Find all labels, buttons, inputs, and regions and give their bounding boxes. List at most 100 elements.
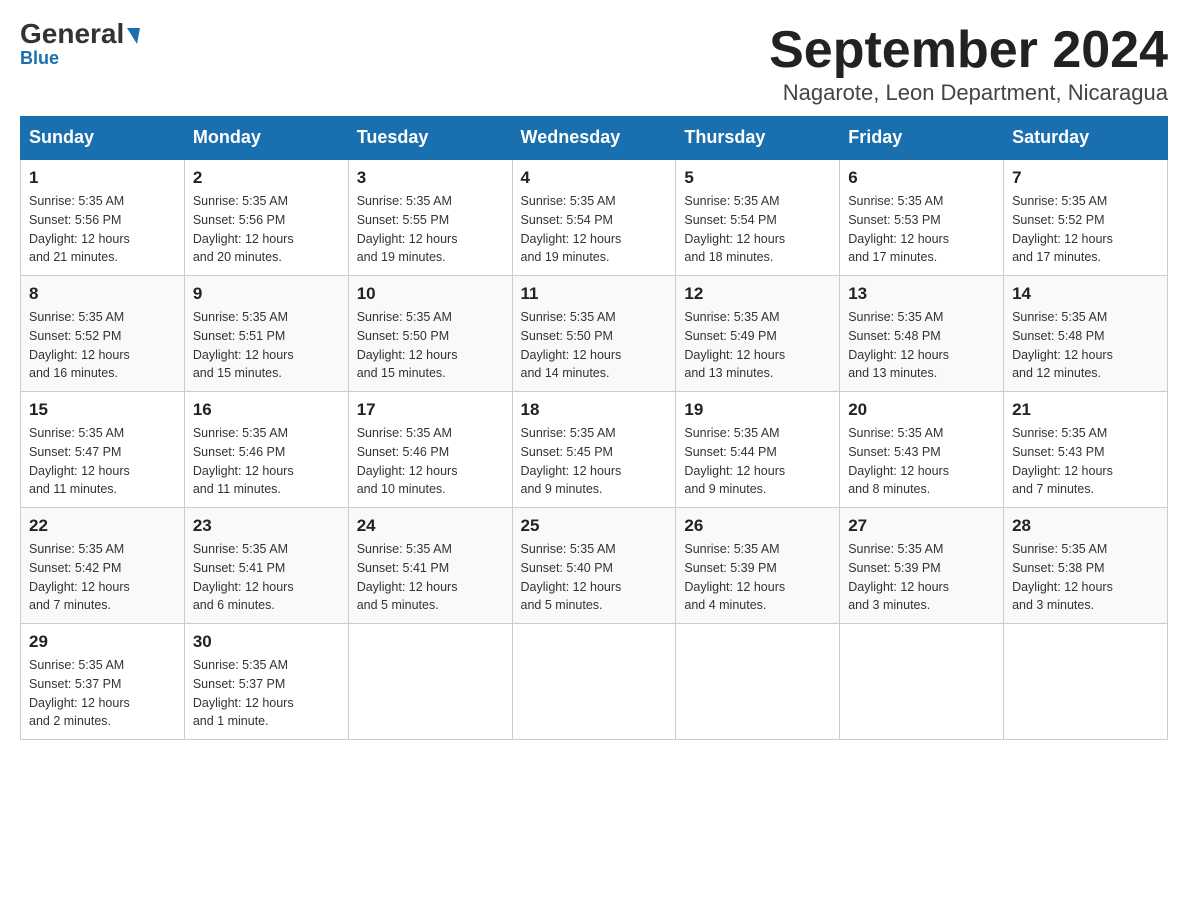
day-number: 19: [684, 400, 831, 420]
day-number: 23: [193, 516, 340, 536]
day-info: Sunrise: 5:35 AMSunset: 5:41 PMDaylight:…: [357, 540, 504, 615]
calendar-week-5: 29 Sunrise: 5:35 AMSunset: 5:37 PMDayligh…: [21, 624, 1168, 740]
day-number: 17: [357, 400, 504, 420]
calendar-cell: 6 Sunrise: 5:35 AMSunset: 5:53 PMDaylight…: [840, 159, 1004, 276]
calendar-week-1: 1 Sunrise: 5:35 AMSunset: 5:56 PMDaylight…: [21, 159, 1168, 276]
calendar-cell: 20 Sunrise: 5:35 AMSunset: 5:43 PMDayligh…: [840, 392, 1004, 508]
day-number: 20: [848, 400, 995, 420]
day-number: 27: [848, 516, 995, 536]
day-number: 10: [357, 284, 504, 304]
day-number: 16: [193, 400, 340, 420]
day-number: 12: [684, 284, 831, 304]
day-info: Sunrise: 5:35 AMSunset: 5:50 PMDaylight:…: [521, 308, 668, 383]
calendar-cell: 26 Sunrise: 5:35 AMSunset: 5:39 PMDayligh…: [676, 508, 840, 624]
day-info: Sunrise: 5:35 AMSunset: 5:40 PMDaylight:…: [521, 540, 668, 615]
day-info: Sunrise: 5:35 AMSunset: 5:50 PMDaylight:…: [357, 308, 504, 383]
day-info: Sunrise: 5:35 AMSunset: 5:38 PMDaylight:…: [1012, 540, 1159, 615]
day-number: 26: [684, 516, 831, 536]
calendar-week-4: 22 Sunrise: 5:35 AMSunset: 5:42 PMDayligh…: [21, 508, 1168, 624]
day-number: 5: [684, 168, 831, 188]
calendar-week-2: 8 Sunrise: 5:35 AMSunset: 5:52 PMDaylight…: [21, 276, 1168, 392]
day-number: 21: [1012, 400, 1159, 420]
day-info: Sunrise: 5:35 AMSunset: 5:52 PMDaylight:…: [1012, 192, 1159, 267]
calendar-cell: 15 Sunrise: 5:35 AMSunset: 5:47 PMDayligh…: [21, 392, 185, 508]
calendar-cell: 5Sunrise: 5:35 AMSunset: 5:54 PMDaylight…: [676, 159, 840, 276]
day-info: Sunrise: 5:35 AMSunset: 5:45 PMDaylight:…: [521, 424, 668, 499]
day-info: Sunrise: 5:35 AMSunset: 5:41 PMDaylight:…: [193, 540, 340, 615]
calendar-cell: 11 Sunrise: 5:35 AMSunset: 5:50 PMDayligh…: [512, 276, 676, 392]
calendar-cell: 24 Sunrise: 5:35 AMSunset: 5:41 PMDayligh…: [348, 508, 512, 624]
calendar-cell: 25 Sunrise: 5:35 AMSunset: 5:40 PMDayligh…: [512, 508, 676, 624]
day-info: Sunrise: 5:35 AMSunset: 5:43 PMDaylight:…: [848, 424, 995, 499]
day-info: Sunrise: 5:35 AMSunset: 5:54 PMDaylight:…: [521, 192, 668, 267]
calendar-header-row: SundayMondayTuesdayWednesdayThursdayFrid…: [21, 117, 1168, 160]
logo-text: General: [20, 20, 140, 48]
day-info: Sunrise: 5:35 AMSunset: 5:56 PMDaylight:…: [29, 192, 176, 267]
calendar-cell: 9 Sunrise: 5:35 AMSunset: 5:51 PMDaylight…: [184, 276, 348, 392]
calendar-cell: [1004, 624, 1168, 740]
day-number: 15: [29, 400, 176, 420]
day-number: 22: [29, 516, 176, 536]
calendar-cell: 18 Sunrise: 5:35 AMSunset: 5:45 PMDayligh…: [512, 392, 676, 508]
calendar-cell: 28 Sunrise: 5:35 AMSunset: 5:38 PMDayligh…: [1004, 508, 1168, 624]
day-number: 4: [521, 168, 668, 188]
calendar-cell: [840, 624, 1004, 740]
calendar-cell: 4 Sunrise: 5:35 AMSunset: 5:54 PMDaylight…: [512, 159, 676, 276]
day-number: 7: [1012, 168, 1159, 188]
calendar-cell: 21 Sunrise: 5:35 AMSunset: 5:43 PMDayligh…: [1004, 392, 1168, 508]
day-number: 18: [521, 400, 668, 420]
day-info: Sunrise: 5:35 AMSunset: 5:42 PMDaylight:…: [29, 540, 176, 615]
day-number: 1: [29, 168, 176, 188]
calendar-cell: 3 Sunrise: 5:35 AMSunset: 5:55 PMDaylight…: [348, 159, 512, 276]
calendar-cell: 23 Sunrise: 5:35 AMSunset: 5:41 PMDayligh…: [184, 508, 348, 624]
day-number: 6: [848, 168, 995, 188]
day-number: 8: [29, 284, 176, 304]
day-number: 2: [193, 168, 340, 188]
day-header-sunday: Sunday: [21, 117, 185, 160]
day-number: 25: [521, 516, 668, 536]
calendar-cell: 7 Sunrise: 5:35 AMSunset: 5:52 PMDaylight…: [1004, 159, 1168, 276]
calendar-cell: 10 Sunrise: 5:35 AMSunset: 5:50 PMDayligh…: [348, 276, 512, 392]
day-info: Sunrise: 5:35 AMSunset: 5:47 PMDaylight:…: [29, 424, 176, 499]
day-number: 28: [1012, 516, 1159, 536]
day-info: Sunrise: 5:35 AMSunset: 5:39 PMDaylight:…: [848, 540, 995, 615]
page-subtitle: Nagarote, Leon Department, Nicaragua: [769, 80, 1168, 106]
logo: General Blue: [20, 20, 140, 69]
day-number: 9: [193, 284, 340, 304]
calendar-cell: 2 Sunrise: 5:35 AMSunset: 5:56 PMDaylight…: [184, 159, 348, 276]
calendar-table: SundayMondayTuesdayWednesdayThursdayFrid…: [20, 116, 1168, 740]
calendar-cell: 1 Sunrise: 5:35 AMSunset: 5:56 PMDaylight…: [21, 159, 185, 276]
day-header-wednesday: Wednesday: [512, 117, 676, 160]
day-info: Sunrise: 5:35 AMSunset: 5:55 PMDaylight:…: [357, 192, 504, 267]
day-info: Sunrise: 5:35 AMSunset: 5:37 PMDaylight:…: [29, 656, 176, 731]
day-info: Sunrise: 5:35 AMSunset: 5:48 PMDaylight:…: [848, 308, 995, 383]
day-info: Sunrise: 5:35 AMSunset: 5:37 PMDaylight:…: [193, 656, 340, 731]
day-number: 3: [357, 168, 504, 188]
calendar-cell: 17 Sunrise: 5:35 AMSunset: 5:46 PMDayligh…: [348, 392, 512, 508]
day-info: Sunrise: 5:35 AMSunset: 5:49 PMDaylight:…: [684, 308, 831, 383]
calendar-cell: 8 Sunrise: 5:35 AMSunset: 5:52 PMDaylight…: [21, 276, 185, 392]
day-info: Sunrise: 5:35 AMSunset: 5:48 PMDaylight:…: [1012, 308, 1159, 383]
day-number: 14: [1012, 284, 1159, 304]
day-info: Sunrise: 5:35 AMSunset: 5:53 PMDaylight:…: [848, 192, 995, 267]
day-info: Sunrise: 5:35 AMSunset: 5:46 PMDaylight:…: [357, 424, 504, 499]
day-number: 30: [193, 632, 340, 652]
day-info: Sunrise: 5:35 AMSunset: 5:52 PMDaylight:…: [29, 308, 176, 383]
day-info: Sunrise: 5:35 AMSunset: 5:39 PMDaylight:…: [684, 540, 831, 615]
calendar-cell: 14 Sunrise: 5:35 AMSunset: 5:48 PMDayligh…: [1004, 276, 1168, 392]
day-number: 24: [357, 516, 504, 536]
day-info: Sunrise: 5:35 AMSunset: 5:51 PMDaylight:…: [193, 308, 340, 383]
calendar-cell: 30 Sunrise: 5:35 AMSunset: 5:37 PMDayligh…: [184, 624, 348, 740]
day-info: Sunrise: 5:35 AMSunset: 5:43 PMDaylight:…: [1012, 424, 1159, 499]
day-info: Sunrise: 5:35 AMSunset: 5:56 PMDaylight:…: [193, 192, 340, 267]
day-header-tuesday: Tuesday: [348, 117, 512, 160]
day-number: 29: [29, 632, 176, 652]
calendar-cell: 19 Sunrise: 5:35 AMSunset: 5:44 PMDayligh…: [676, 392, 840, 508]
calendar-week-3: 15 Sunrise: 5:35 AMSunset: 5:47 PMDayligh…: [21, 392, 1168, 508]
day-info: Sunrise: 5:35 AMSunset: 5:46 PMDaylight:…: [193, 424, 340, 499]
day-info: Sunrise: 5:35 AMSunset: 5:44 PMDaylight:…: [684, 424, 831, 499]
day-number: 11: [521, 284, 668, 304]
calendar-cell: 27 Sunrise: 5:35 AMSunset: 5:39 PMDayligh…: [840, 508, 1004, 624]
calendar-cell: 16 Sunrise: 5:35 AMSunset: 5:46 PMDayligh…: [184, 392, 348, 508]
calendar-cell: 13Sunrise: 5:35 AMSunset: 5:48 PMDayligh…: [840, 276, 1004, 392]
